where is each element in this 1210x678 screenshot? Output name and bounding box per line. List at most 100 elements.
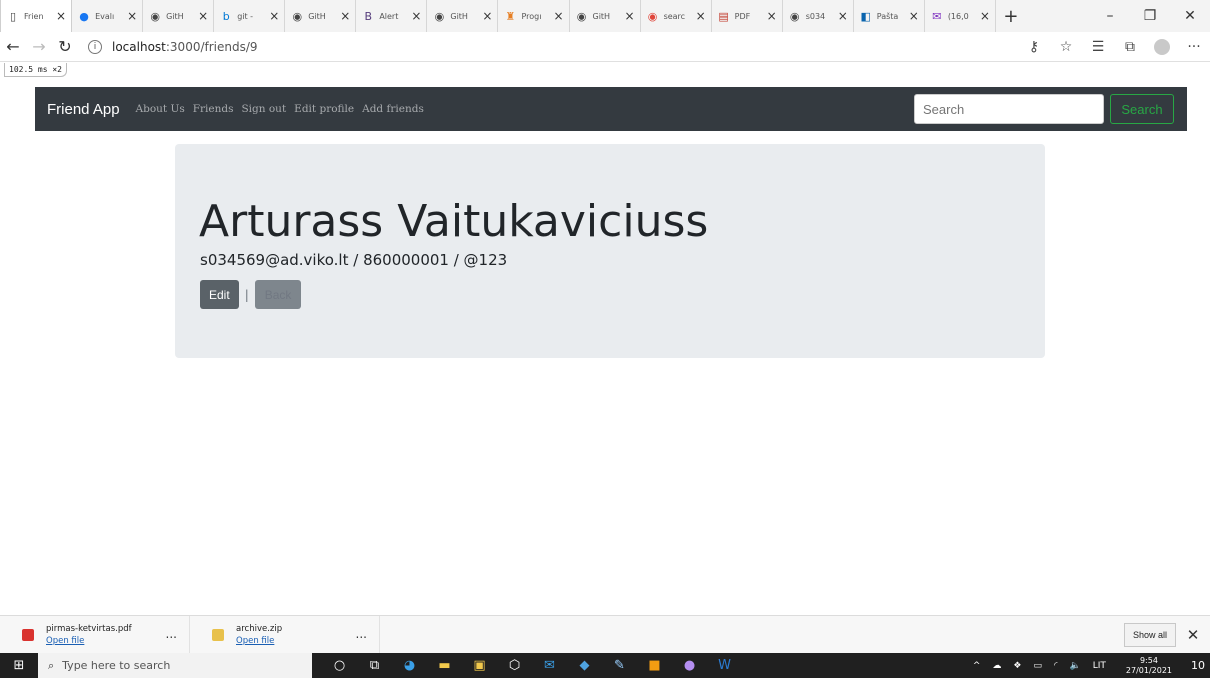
close-downloads-icon[interactable]: ✕ (1176, 626, 1210, 644)
tab-close-icon[interactable]: × (909, 9, 919, 23)
site-info-icon[interactable]: i (88, 39, 102, 54)
tab-close-icon[interactable]: × (198, 9, 208, 23)
new-tab-button[interactable]: + (996, 0, 1026, 32)
browser-tab[interactable]: ◉ GitH × (143, 0, 215, 32)
windows-start-icon[interactable]: ⊞ (0, 653, 38, 678)
store-icon[interactable]: ▣ (462, 653, 497, 678)
paint-icon[interactable]: ✎ (602, 653, 637, 678)
tab-close-icon[interactable]: × (411, 9, 421, 23)
tab-title: Evalı (95, 11, 115, 21)
nav-link-friends[interactable]: Friends (193, 103, 234, 115)
dropbox-icon[interactable]: ❖ (1013, 661, 1021, 671)
address-bar-actions: ⚷ ☆ ☰ ⧉ ··· (1018, 38, 1210, 55)
url-field[interactable]: i localhost:3000/friends/9 (88, 39, 258, 54)
search-input[interactable] (914, 94, 1104, 124)
tab-close-icon[interactable]: × (980, 9, 990, 23)
tab-title: GitH (450, 11, 468, 21)
tab-close-icon[interactable]: × (56, 9, 66, 23)
collections-icon[interactable]: ⧉ (1114, 39, 1146, 55)
restore-icon[interactable]: ❐ (1130, 0, 1170, 32)
cortana-icon[interactable]: ○ (322, 653, 357, 678)
github-icon: ◉ (789, 9, 800, 23)
browser-tab[interactable]: ◧ Pašta × (854, 0, 925, 32)
tab-close-icon[interactable]: × (269, 9, 279, 23)
more-icon[interactable]: ··· (1178, 39, 1210, 55)
download-filename: archive.zip (236, 623, 283, 634)
navbar-brand[interactable]: Friend App (47, 101, 120, 118)
tab-title: Alert (379, 11, 399, 21)
back-arrow-icon[interactable]: ← (0, 37, 26, 56)
file-explorer-icon[interactable]: ▬ (427, 653, 462, 678)
profile-avatar-icon[interactable] (1154, 38, 1170, 55)
perf-badge: 102.5 ms ×2 (4, 63, 67, 77)
onedrive-icon[interactable]: ☁ (992, 661, 1001, 671)
address-bar: ← → ↻ i localhost:3000/friends/9 ⚷ ☆ ☰ ⧉… (0, 32, 1210, 62)
tab-close-icon[interactable]: × (340, 9, 350, 23)
minimize-icon[interactable]: – (1090, 0, 1130, 32)
browser-tab[interactable]: ✉ (16,0 × (925, 0, 996, 32)
browser-tab[interactable]: ◉ GitH × (285, 0, 357, 32)
tab-close-icon[interactable]: × (838, 9, 848, 23)
3d-objects-icon[interactable]: ⬡ (497, 653, 532, 678)
close-icon[interactable]: ✕ (1170, 0, 1210, 32)
browser-tab[interactable]: B Alert × (356, 0, 428, 32)
browser-tab[interactable]: ◉ s034 × (783, 0, 854, 32)
search-button[interactable]: Search (1110, 94, 1174, 124)
browser-tab[interactable]: ◉ GitH × (570, 0, 641, 32)
task-view-icon[interactable]: ⧉ (357, 653, 392, 678)
zip-icon (212, 628, 224, 641)
notifications-icon[interactable]: 10 (1186, 653, 1210, 678)
show-all-button[interactable]: Show all (1123, 622, 1176, 647)
browser-tab[interactable]: b git - × (214, 0, 286, 32)
browser-tab[interactable]: ♜ Progı × (498, 0, 570, 32)
download-item-zip[interactable]: archive.zip Open file ... (190, 615, 380, 654)
wifi-icon[interactable]: ◜ (1054, 661, 1058, 671)
battery-icon[interactable]: ▭ (1033, 661, 1042, 671)
edge-icon[interactable]: ◕ (392, 653, 427, 678)
volume-icon[interactable]: 🔈 (1070, 661, 1081, 671)
tab-close-icon[interactable]: × (767, 9, 777, 23)
nav-link-edit-profile[interactable]: Edit profile (294, 103, 354, 115)
tab-title: GitH (166, 11, 184, 21)
tab-close-icon[interactable]: × (127, 9, 137, 23)
bootstrap-icon: B (364, 9, 373, 23)
mail-icon[interactable]: ✉ (532, 653, 567, 678)
word-icon[interactable]: W (707, 653, 742, 678)
open-file-link[interactable]: Open file (236, 636, 282, 646)
nav-link-add-friends[interactable]: Add friends (362, 103, 424, 115)
tab-title: Frien (24, 11, 44, 21)
back-button[interactable]: Back (254, 280, 302, 309)
system-clock[interactable]: 9:54 27/01/2021 (1120, 656, 1178, 676)
edit-button[interactable]: Edit (200, 280, 239, 309)
search-icon: ⌕ (48, 658, 55, 672)
forward-arrow-icon[interactable]: → (26, 37, 52, 56)
tab-close-icon[interactable]: × (625, 9, 635, 23)
nav-link-sign-out[interactable]: Sign out (241, 103, 286, 115)
tab-close-icon[interactable]: × (696, 9, 706, 23)
download-more-icon[interactable]: ... (356, 627, 367, 641)
add-favorite-icon[interactable]: ☆ (1050, 39, 1082, 55)
outlook-icon: ◧ (860, 9, 871, 23)
language-indicator[interactable]: LIT (1093, 661, 1106, 671)
browser-tab[interactable]: ◉ GitH × (427, 0, 499, 32)
nav-link-about-us[interactable]: About Us (136, 103, 185, 115)
download-item-pdf[interactable]: pirmas-ketvirtas.pdf Open file ... (0, 615, 190, 654)
open-file-link[interactable]: Open file (46, 636, 132, 646)
browser-tab[interactable]: ▯ Frien × (0, 0, 73, 32)
reload-icon[interactable]: ↻ (52, 37, 78, 56)
taskbar-search-placeholder: Type here to search (62, 659, 171, 672)
key-icon[interactable]: ⚷ (1018, 39, 1050, 55)
tab-list: ▯ Frien × ● Evalı × ◉ GitH × b git - × ◉ GitH × B Alert ×… (0, 0, 996, 32)
tab-close-icon[interactable]: × (482, 9, 492, 23)
browser-tab[interactable]: ● Evalı × (72, 0, 144, 32)
browser-tab[interactable]: ▤ PDF × (712, 0, 783, 32)
git-icon[interactable]: ◆ (567, 653, 602, 678)
download-more-icon[interactable]: ... (166, 627, 177, 641)
taskbar-search[interactable]: ⌕ Type here to search (38, 653, 312, 678)
favorites-icon[interactable]: ☰ (1082, 39, 1114, 55)
tray-expand-icon[interactable]: ^ (973, 661, 981, 671)
github-desktop-icon[interactable]: ● (672, 653, 707, 678)
tab-close-icon[interactable]: × (553, 9, 563, 23)
sublime-icon[interactable]: ■ (637, 653, 672, 678)
browser-tab[interactable]: ◉ searc × (641, 0, 712, 32)
